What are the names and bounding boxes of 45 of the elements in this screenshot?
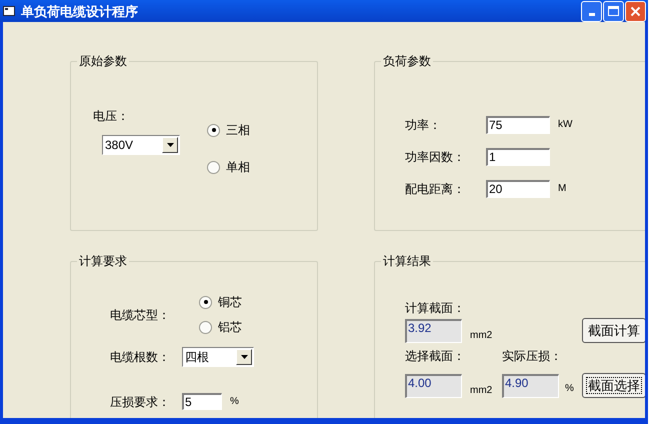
window-icon bbox=[3, 6, 15, 16]
unit-label: mm2 bbox=[469, 330, 494, 343]
field-label: 电压： bbox=[93, 109, 129, 123]
input-field[interactable]: 5 bbox=[182, 393, 222, 410]
field-label: 电缆芯型： bbox=[110, 308, 171, 322]
input-field[interactable]: 1 bbox=[486, 148, 550, 166]
field-label: 功率： bbox=[405, 118, 442, 132]
input-field[interactable]: 20 bbox=[486, 180, 550, 198]
field-label: 配电距离： bbox=[405, 182, 466, 196]
radio-button[interactable] bbox=[207, 160, 220, 174]
radio-option[interactable]: 铝芯 bbox=[199, 320, 242, 334]
maximize-button[interactable] bbox=[603, 0, 624, 22]
unit-label: % bbox=[230, 396, 239, 408]
dropdown[interactable]: 四根 bbox=[182, 347, 254, 367]
unit-label: M bbox=[558, 183, 566, 195]
window-title: 单负荷电缆设计程序 bbox=[21, 4, 138, 18]
radio-option[interactable]: 单相 bbox=[207, 160, 250, 174]
minimize-button[interactable] bbox=[581, 0, 602, 22]
radio-button[interactable] bbox=[199, 320, 212, 334]
unit-label: kW bbox=[558, 119, 572, 131]
group-title: 负荷参数 bbox=[382, 54, 432, 68]
action-button[interactable]: 截面计算 bbox=[582, 318, 645, 343]
field-label: 选择截面： bbox=[405, 349, 466, 363]
field-label: 计算截面： bbox=[405, 301, 466, 315]
unit-label: mm2 bbox=[469, 385, 494, 398]
unit-label: % bbox=[564, 383, 575, 396]
field-label: 电缆根数： bbox=[110, 350, 171, 364]
radio-option[interactable]: 铜芯 bbox=[199, 295, 242, 309]
group-title: 计算要求 bbox=[78, 254, 128, 268]
field-label: 功率因数： bbox=[405, 150, 466, 164]
input-field[interactable]: 75 bbox=[486, 116, 550, 134]
input-field[interactable]: 4.00 bbox=[405, 374, 462, 398]
radio-option[interactable]: 三相 bbox=[207, 123, 250, 137]
dropdown[interactable]: 380V bbox=[102, 135, 180, 155]
radio-button[interactable] bbox=[207, 124, 220, 136]
close-icon bbox=[630, 6, 641, 16]
group-title: 计算结果 bbox=[382, 254, 432, 268]
field-label: 压损要求： bbox=[110, 394, 171, 408]
radio-button[interactable] bbox=[199, 296, 212, 308]
action-button[interactable]: 截面选择 bbox=[582, 373, 645, 398]
group-title: 原始参数 bbox=[78, 54, 128, 68]
field-label: 实际压损： bbox=[502, 349, 563, 363]
input-field[interactable]: 4.90 bbox=[502, 374, 559, 398]
input-field[interactable]: 3.92 bbox=[405, 319, 462, 343]
close-button[interactable] bbox=[625, 0, 646, 22]
